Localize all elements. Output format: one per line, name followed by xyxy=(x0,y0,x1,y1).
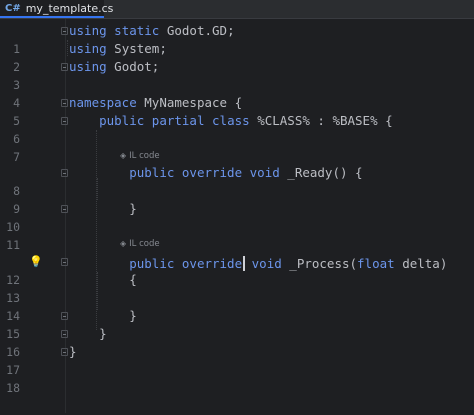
code-line[interactable]: 9 xyxy=(0,182,474,216)
code-text: { xyxy=(129,272,137,287)
code-line[interactable]: 15 } xyxy=(0,307,474,341)
fold-marker-icon[interactable] xyxy=(61,27,68,35)
code-line[interactable]: 7 xyxy=(0,130,474,164)
code-line[interactable]: 11 xyxy=(0,218,474,252)
code-text: } xyxy=(129,308,137,323)
code-line[interactable]: 6 public partial class %CLASS% : %BASE% … xyxy=(0,112,474,146)
code-line[interactable]: 17 } xyxy=(0,343,474,377)
tab-my-template[interactable]: C# my_template.cs xyxy=(0,0,113,18)
keyword: float xyxy=(357,256,395,271)
diamond-icon: ◈ xyxy=(120,239,127,248)
code-line[interactable]: 14 xyxy=(0,289,474,323)
inlay-hint-il-code[interactable]: ◈ IL code xyxy=(120,237,160,251)
inlay-hint-il-code[interactable]: ◈ IL code xyxy=(120,149,160,163)
keyword: void xyxy=(251,256,282,271)
fold-marker-icon[interactable] xyxy=(61,169,68,177)
code-text: } xyxy=(129,201,137,216)
code-text: Godot; xyxy=(114,59,160,74)
code-text: System; xyxy=(114,41,167,56)
line-number: 18 xyxy=(6,381,20,395)
fold-marker-icon[interactable] xyxy=(61,117,68,125)
keyword: class xyxy=(212,113,250,128)
hint-label: IL code xyxy=(129,239,160,249)
keyword: override xyxy=(181,165,243,180)
code-line[interactable]: 18 xyxy=(0,361,474,395)
text-caret xyxy=(243,256,246,271)
hint-label: IL code xyxy=(129,151,160,161)
keyword: override xyxy=(181,256,243,271)
keyword: public xyxy=(129,165,175,180)
code-line[interactable]: 13 { xyxy=(0,271,474,305)
code-text: } xyxy=(69,344,77,359)
diamond-icon: ◈ xyxy=(120,151,127,160)
code-text: _Ready() { xyxy=(287,165,363,180)
fold-marker-icon[interactable] xyxy=(61,348,68,356)
tab-label: my_template.cs xyxy=(25,1,114,15)
keyword: public xyxy=(129,256,175,271)
code-line[interactable]: 10 } xyxy=(0,200,474,234)
code-line[interactable]: 12 public override void _Process(float d… xyxy=(0,253,474,287)
code-line[interactable]: 5 namespace MyNamespace { xyxy=(0,94,474,128)
code-line[interactable]: 2 using System; xyxy=(0,40,474,74)
keyword: static xyxy=(114,23,160,38)
keyword: using xyxy=(69,41,107,56)
code-text: MyNamespace { xyxy=(144,95,243,110)
code-line[interactable]: 3 using Godot; xyxy=(0,58,474,92)
fold-marker-icon[interactable] xyxy=(61,99,68,107)
code-text: _Process( xyxy=(289,256,358,271)
keyword: using xyxy=(69,59,107,74)
code-line[interactable]: 16 } xyxy=(0,325,474,359)
fold-marker-icon[interactable] xyxy=(61,330,68,338)
keyword: using xyxy=(69,23,107,38)
fold-marker-icon[interactable] xyxy=(61,205,68,213)
editor-tab-bar: C# my_template.cs xyxy=(0,0,474,19)
fold-marker-icon[interactable] xyxy=(61,312,68,320)
keyword: namespace xyxy=(69,95,137,110)
keyword: void xyxy=(249,165,280,180)
code-text: %CLASS% : %BASE% { xyxy=(257,113,393,128)
csharp-file-icon: C# xyxy=(5,2,21,14)
keyword: public xyxy=(99,113,145,128)
keyword: partial xyxy=(151,113,205,128)
code-text: delta) xyxy=(394,256,448,271)
code-text: Godot.GD; xyxy=(166,23,235,38)
fold-marker-icon[interactable] xyxy=(61,258,68,266)
fold-marker-icon[interactable] xyxy=(61,63,68,71)
code-line[interactable]: 8 public override void _Ready() { xyxy=(0,164,474,198)
code-text: } xyxy=(99,326,107,341)
code-line[interactable]: 1 using static Godot.GD; xyxy=(0,22,474,56)
line-number: 11 xyxy=(6,238,20,252)
code-line[interactable]: 4 xyxy=(0,76,474,110)
